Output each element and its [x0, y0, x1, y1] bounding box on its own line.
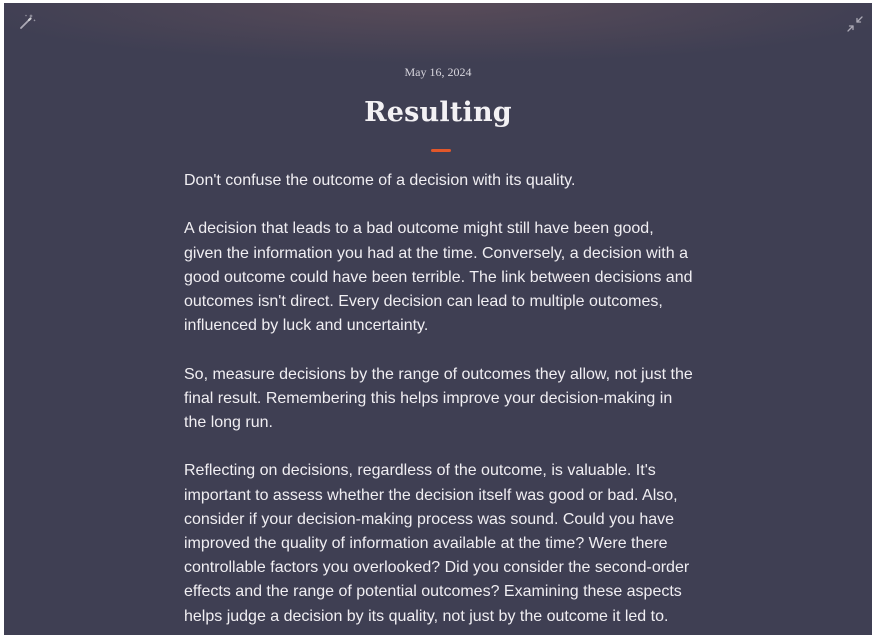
- paragraph: A decision that leads to a bad outcome m…: [184, 220, 693, 335]
- note-body: Don't confuse the outcome of a decision …: [184, 169, 696, 635]
- paragraph: Reflecting on decisions, regardless of t…: [184, 462, 690, 625]
- magic-wand-icon[interactable]: [17, 12, 37, 32]
- paragraph: Don't confuse the outcome of a decision …: [184, 172, 576, 189]
- note-title: Resulting: [364, 97, 512, 128]
- title-accent-bar: [431, 149, 451, 152]
- note-date: May 16, 2024: [404, 65, 472, 79]
- reader-view: May 16, 2024 Resulting Don't confuse the…: [4, 3, 872, 635]
- collapse-icon[interactable]: [845, 14, 865, 34]
- paragraph: So, measure decisions by the range of ou…: [184, 365, 693, 431]
